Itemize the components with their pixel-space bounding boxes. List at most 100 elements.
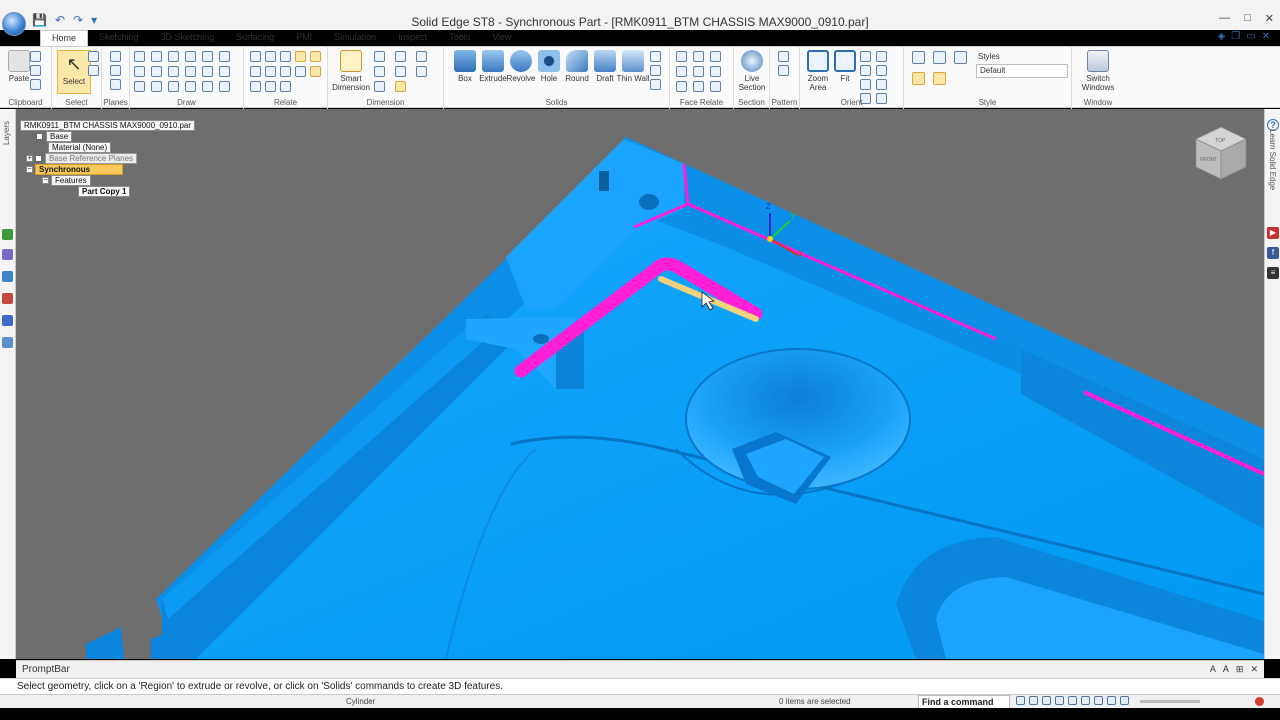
pathfinder-icon[interactable] [2, 229, 13, 240]
learn-solid-edge-tab[interactable]: Learn Solid Edge [1268, 129, 1277, 190]
maintain-relationships-icon[interactable] [310, 51, 321, 62]
shaded-edges-icon[interactable] [933, 72, 946, 85]
pan-icon[interactable] [876, 51, 887, 62]
zoom-slider[interactable] [1140, 700, 1200, 703]
sketch-view-icon[interactable] [876, 65, 887, 76]
aligned-holes-icon[interactable] [676, 81, 687, 92]
ellipse-icon[interactable] [151, 81, 162, 92]
tab-simulation[interactable]: Simulation [323, 30, 387, 46]
horizontal-vertical-icon[interactable] [250, 66, 261, 77]
status-pan-icon[interactable] [1055, 696, 1064, 705]
tab-inspect[interactable]: Inspect [387, 30, 438, 46]
thin-wall-button[interactable]: Thin Wall [616, 50, 650, 83]
teamcenter-icon[interactable] [2, 337, 13, 348]
tab-sketching[interactable]: Sketching [88, 30, 150, 46]
mirror-icon[interactable] [185, 81, 196, 92]
tab-view[interactable]: View [481, 30, 522, 46]
dimension-axis-icon[interactable] [374, 81, 385, 92]
face-symmetric-icon[interactable] [710, 66, 721, 77]
graphics-viewport[interactable]: Z Y X TOP FRONT RMK0911_BTM CHASSIS MAX9… [16, 109, 1264, 659]
tree-item-synchronous[interactable]: − Synchronous [20, 164, 195, 176]
view-orientation-icon[interactable] [876, 79, 887, 90]
tab-surfacing[interactable]: Surfacing [225, 30, 285, 46]
style-select[interactable]: Default [976, 64, 1068, 78]
layers-tab[interactable]: Layers [2, 121, 11, 145]
stretch-icon[interactable] [219, 81, 230, 92]
record-icon[interactable] [1255, 697, 1264, 706]
ribbon-minimize-icon[interactable]: ▭ [1246, 31, 1255, 42]
select-box-icon[interactable] [88, 65, 99, 76]
circle-icon[interactable] [134, 81, 145, 92]
connect-icon[interactable] [250, 51, 261, 62]
collinear-icon[interactable] [250, 81, 261, 92]
feature-library-icon[interactable] [2, 249, 13, 260]
arc-icon[interactable] [168, 51, 179, 62]
community-icon[interactable]: ≡ [1267, 267, 1279, 279]
dimension-table-icon[interactable] [395, 81, 406, 92]
sensors-icon[interactable] [2, 293, 13, 304]
face-rigid-icon[interactable] [710, 81, 721, 92]
relationship-handles-icon[interactable] [310, 66, 321, 77]
view-cube[interactable]: TOP FRONT [1195, 126, 1247, 180]
parallel-icon[interactable] [265, 66, 276, 77]
distance-between-icon[interactable] [374, 51, 385, 62]
tab-tools[interactable]: Tools [438, 30, 481, 46]
select-button[interactable]: ↖ Select [57, 50, 91, 94]
view-right-icon[interactable] [954, 51, 967, 64]
status-rotate-icon[interactable] [1068, 696, 1077, 705]
chamfer-icon[interactable] [168, 81, 179, 92]
tangent-icon[interactable] [280, 51, 291, 62]
prompt-close-icon[interactable]: ✕ [1250, 664, 1258, 675]
prompt-pin-icon[interactable]: ⊞ [1236, 664, 1244, 675]
extend-icon[interactable] [185, 66, 196, 77]
youtube-icon[interactable]: ▶ [1267, 227, 1279, 239]
angle-between-icon[interactable] [395, 51, 406, 62]
fillet-icon[interactable] [151, 66, 162, 77]
solids-more-icon-1[interactable] [650, 51, 661, 62]
select-filter-icon[interactable] [88, 51, 99, 62]
coincident-plane-icon[interactable] [110, 51, 121, 62]
layers-icon[interactable] [2, 315, 13, 326]
shaded-icon[interactable] [912, 72, 925, 85]
rigid-icon[interactable] [280, 81, 291, 92]
collapse-synchronous-icon[interactable]: − [26, 166, 33, 174]
status-zoom-area-icon[interactable] [1016, 696, 1025, 705]
mirror-pattern-icon[interactable] [778, 65, 789, 76]
tab-pmi[interactable]: PMI [285, 30, 323, 46]
help-icon[interactable]: ◈ [1217, 31, 1225, 42]
rectangle-icon[interactable] [134, 66, 145, 77]
smart-dimension-button[interactable]: Smart Dimension [332, 50, 370, 92]
ribbon-close-icon[interactable]: ✕ [1262, 31, 1270, 42]
symmetric-icon[interactable] [265, 81, 276, 92]
maximize-button[interactable]: □ [1244, 12, 1251, 25]
ref-planes-checkbox[interactable] [35, 155, 42, 163]
rectangular-pattern-icon[interactable] [778, 51, 789, 62]
font-decrease-icon[interactable]: A [1223, 664, 1229, 675]
rotate-view-icon[interactable] [860, 65, 871, 76]
tab-3d-sketching[interactable]: 3D Sketching [150, 30, 226, 46]
angular-coordinate-icon[interactable] [395, 66, 406, 77]
base-checkbox[interactable] [36, 133, 43, 141]
switch-windows-button[interactable]: Switch Windows [1078, 50, 1118, 92]
format-painter-icon[interactable] [30, 79, 41, 90]
status-fit-icon[interactable] [1042, 696, 1051, 705]
equal-radius-icon[interactable] [693, 81, 704, 92]
close-button[interactable]: ✕ [1265, 12, 1274, 25]
collapse-features-icon[interactable]: − [42, 177, 49, 185]
angled-plane-icon[interactable] [110, 79, 121, 90]
view-iso-icon[interactable] [912, 51, 925, 64]
expand-ref-planes-icon[interactable]: + [26, 155, 33, 163]
face-parallel-icon[interactable] [693, 51, 704, 62]
symmetric-diameter-icon[interactable] [416, 51, 427, 62]
curve-icon[interactable] [151, 51, 162, 62]
live-section-button[interactable]: Live Section [735, 50, 769, 92]
rotate-icon[interactable] [219, 66, 230, 77]
lock-icon[interactable] [295, 51, 306, 62]
tab-home[interactable]: Home [40, 30, 89, 46]
cut-icon[interactable] [30, 51, 41, 62]
face-perpendicular-icon[interactable] [710, 51, 721, 62]
find-command-input[interactable]: Find a command [918, 695, 1010, 709]
coplanar-icon[interactable] [676, 51, 687, 62]
circle-3pt-icon[interactable] [168, 66, 179, 77]
copy-icon[interactable] [30, 65, 41, 76]
